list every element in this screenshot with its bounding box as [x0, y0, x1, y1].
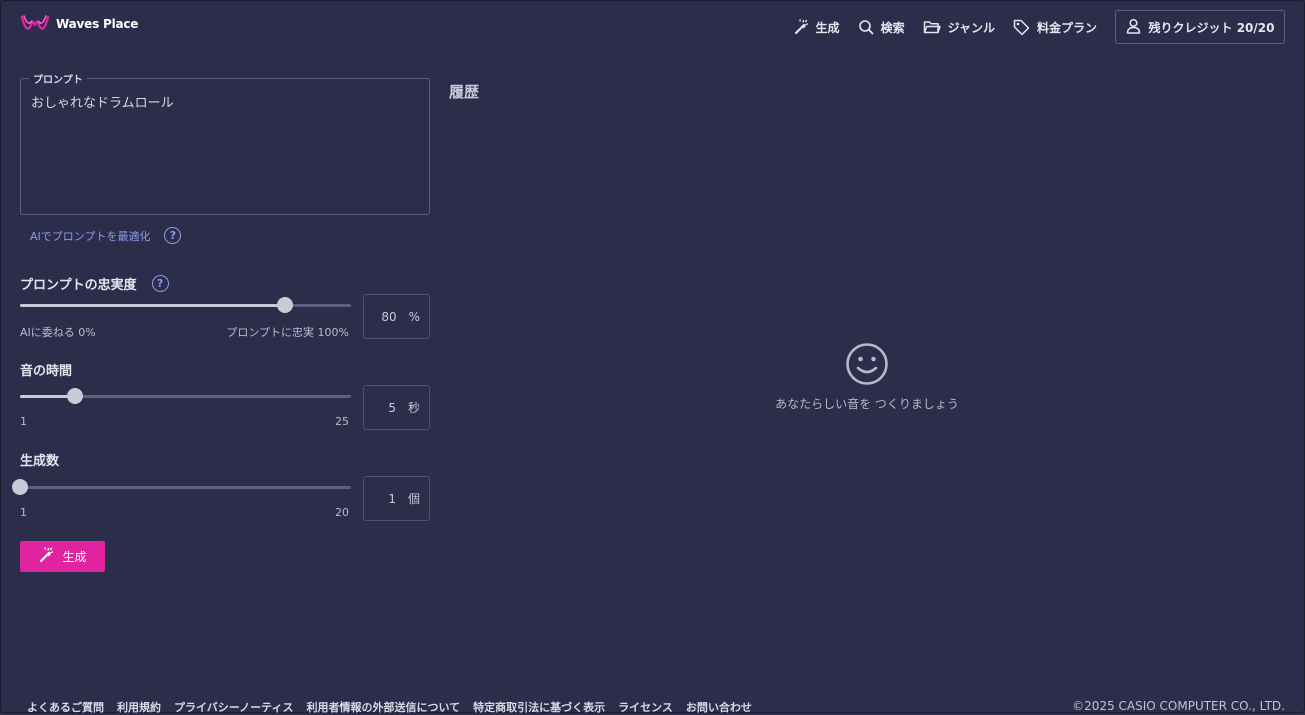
history-empty-state: あなたらしい音を つくりましょう: [741, 341, 993, 412]
prompt-legend: プロンプト: [29, 71, 87, 86]
prompt-value: おしゃれなドラムロール: [31, 96, 174, 111]
generate-button-label: 生成: [62, 550, 87, 564]
prompt-textarea[interactable]: プロンプト おしゃれなドラムロール: [20, 71, 430, 215]
fidelity-label-row: プロンプトの忠実度 ?: [20, 274, 169, 293]
slider-fill: [20, 304, 285, 307]
help-icon[interactable]: ?: [151, 275, 169, 292]
help-icon[interactable]: ?: [164, 227, 182, 244]
slider-thumb[interactable]: [276, 297, 293, 313]
app-window: Waves Place 生成 検索 ジャンル 料金プラン 残りクレジット 20/…: [0, 0, 1305, 714]
nav-generate[interactable]: 生成: [793, 19, 840, 36]
nav-search[interactable]: 検索: [858, 19, 905, 36]
duration-value: 5: [388, 400, 396, 415]
brand-logo[interactable]: Waves Place: [20, 13, 138, 35]
count-label: 生成数: [20, 454, 60, 469]
empty-message: あなたらしい音を つくりましょう: [775, 397, 959, 411]
nav-pricing[interactable]: 料金プラン: [1013, 19, 1097, 36]
nav-genre-label: ジャンル: [947, 20, 995, 35]
duration-slider[interactable]: [20, 387, 351, 405]
nav-genre[interactable]: ジャンル: [923, 19, 995, 36]
fidelity-unit: %: [408, 309, 420, 324]
nav-pricing-label: 料金プラン: [1036, 20, 1097, 35]
brand-name: Waves Place: [56, 17, 139, 31]
duration-max-label: 25: [335, 415, 349, 428]
credits-label: 残りクレジット 20/20: [1148, 20, 1275, 35]
slider-track: [20, 486, 351, 489]
copyright: ©2025 CASIO COMPUTER CO., LTD.: [1072, 699, 1285, 713]
slider-thumb[interactable]: [67, 388, 84, 404]
fidelity-slider[interactable]: [20, 296, 351, 314]
generate-button[interactable]: 生成: [20, 541, 105, 572]
count-value-input[interactable]: 1 個: [363, 476, 430, 521]
count-value: 1: [388, 491, 396, 506]
count-slider[interactable]: [12, 478, 351, 496]
magic-wand-icon: [793, 19, 809, 35]
tag-icon: [1013, 19, 1030, 36]
search-icon: [858, 19, 874, 35]
top-nav: 生成 検索 ジャンル 料金プラン 残りクレジット 20/20: [793, 10, 1285, 44]
slider-thumb[interactable]: [12, 479, 28, 495]
count-unit: 個: [407, 492, 420, 506]
duration-min-label: 1: [20, 415, 27, 428]
fidelity-value-input[interactable]: 80 %: [363, 294, 430, 339]
fidelity-label: プロンプトの忠実度: [20, 278, 137, 293]
smiley-icon: [741, 341, 993, 387]
user-icon: [1126, 18, 1141, 37]
magic-wand-icon: [38, 547, 54, 566]
waves-place-logo-icon: [20, 13, 50, 35]
fidelity-value: 80: [381, 309, 397, 324]
duration-value-input[interactable]: 5 秒: [363, 385, 430, 430]
fidelity-min-label: AIに委ねる 0%: [20, 326, 96, 339]
count-max-label: 20: [335, 506, 349, 519]
duration-label: 音の時間: [20, 364, 73, 379]
nav-search-label: 検索: [880, 20, 905, 35]
history-title: 履歴: [449, 83, 480, 101]
optimize-row: AIでプロンプトを最適化 ?: [30, 227, 182, 244]
fidelity-max-label: プロンプトに忠実 100%: [226, 326, 349, 339]
count-min-label: 1: [20, 506, 27, 519]
optimize-prompt-link[interactable]: AIでプロンプトを最適化: [30, 228, 150, 244]
folder-icon: [923, 19, 941, 35]
duration-unit: 秒: [407, 401, 420, 415]
nav-generate-label: 生成: [815, 20, 840, 35]
credits-button[interactable]: 残りクレジット 20/20: [1115, 10, 1285, 44]
